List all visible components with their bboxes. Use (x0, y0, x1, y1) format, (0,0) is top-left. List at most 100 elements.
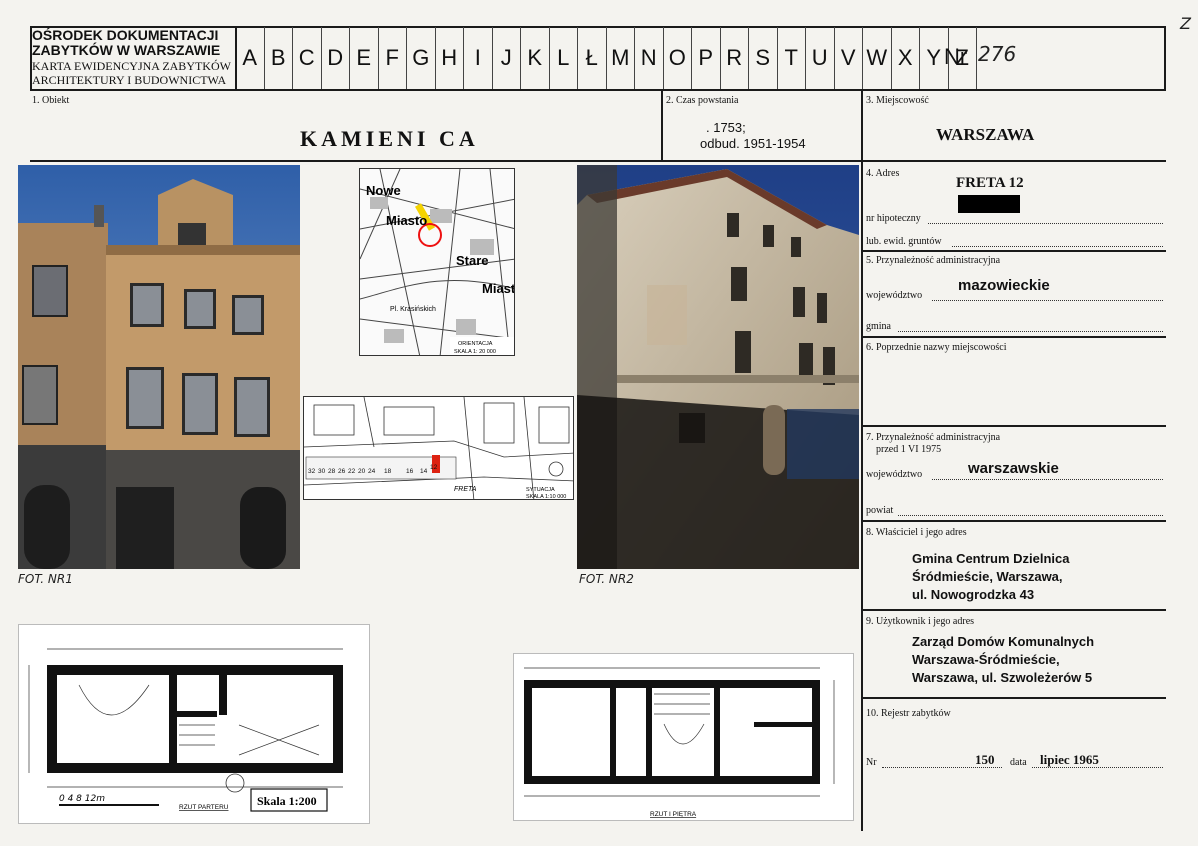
foto2-caption: FOT. NR2 (579, 572, 634, 586)
nr-label: Nr (944, 44, 968, 69)
plan2-caption: RZUT I PIĘTRA (650, 811, 697, 818)
rejestr-data-value: lipiec 1965 (1040, 752, 1099, 767)
facade-1-image (18, 165, 300, 569)
redacted-block (958, 195, 1020, 213)
letter-l: L (550, 27, 578, 89)
uzytkownik-line1: Zarząd Domów Komunalnych (912, 634, 1095, 649)
poprzednie-nazwy-label: 6. Poprzednie nazwy miejscowości (866, 342, 1007, 353)
letter-index: ABCDEFGHIJKLŁMNOPRSTUVWXYZ (236, 27, 977, 89)
map1-caption-1: ORIENTACJA (458, 341, 493, 347)
obiekt-value: KAMIENI CA (300, 126, 479, 151)
czas-value-1: . 1753; (706, 120, 746, 135)
map2-num-16: 16 (406, 468, 414, 475)
orientation-map-image: Nowe Miasto Stare Miast Pl. Krasińskich … (360, 169, 515, 355)
uzytkownik-line2: Warszawa-Śródmieście, (912, 652, 1060, 667)
wojewodztwo-label: województwo (866, 290, 923, 301)
rejestr-label: 10. Rejestr zabytków (866, 708, 951, 719)
obiekt-label: 1. Obiekt (32, 95, 70, 106)
letter-m: M (607, 27, 635, 89)
letter-e: E (350, 27, 379, 89)
card-type-line2: ARCHITEKTURY I BUDOWNICTWA (32, 73, 227, 87)
miejscowosc-label: 3. Miejscowość (866, 95, 929, 106)
map2-caption-1: SYTUACJA (526, 487, 555, 493)
letter-w: W (863, 27, 892, 89)
map2-num-30: 30 (318, 468, 326, 475)
letter-g: G (407, 27, 436, 89)
czas-label: 2. Czas powstania (666, 95, 739, 106)
map1-label-nowe: Nowe (366, 183, 401, 198)
first-floor-plan: RZUT I PIĘTRA (513, 653, 854, 821)
miejscowosc-value: WARSZAWA (936, 125, 1035, 144)
plan1-caption: RZUT PARTERU (179, 804, 229, 811)
map2-num-20: 20 (358, 468, 366, 475)
wlasciciel-line3: ul. Nowogrodzka 43 (912, 587, 1035, 602)
czas-value-2: odbud. 1951-1954 (700, 136, 806, 151)
letter-k: K (521, 27, 550, 89)
wojewodztwo-value: mazowieckie (958, 277, 1050, 294)
card-type-line1: KARTA EWIDENCYJNA ZABYTKÓW (32, 59, 231, 73)
wlasciciel-label: 8. Właściciel i jego adres (866, 527, 967, 538)
corner-mark: Z (1180, 14, 1191, 33)
letter-v: V (835, 27, 863, 89)
letter-b: B (265, 27, 293, 89)
letter-p: P (692, 27, 721, 89)
nr-hipoteczny-label: nr hipoteczny (866, 213, 921, 224)
letter-u: U (806, 27, 835, 89)
map2-num-18: 18 (384, 468, 392, 475)
rejestr-nr-label: Nr (866, 757, 877, 768)
przynaleznosc2-label: 7. Przynależność administracyjna (866, 432, 1001, 443)
ground-floor-plan-image: 0 4 8 12m RZUT PARTERU Skala 1:200 (19, 625, 369, 823)
org-name-line1: OŚRODEK DOKUMENTACJI (32, 27, 219, 43)
letter-f: F (379, 27, 407, 89)
letter-a: A (236, 27, 265, 89)
facade-2-image (577, 165, 859, 569)
map1-caption-2: SKALA 1: 20 000 (454, 349, 496, 355)
orientation-map: Nowe Miasto Stare Miast Pl. Krasińskich … (359, 168, 515, 356)
plan1-ruler: 0 4 8 12m (59, 794, 105, 804)
letter-i: I (464, 27, 493, 89)
uzytkownik-label: 9. Użytkownik i jego adres (866, 616, 975, 627)
nr-value: 276 (978, 42, 1017, 66)
map2-street: FRETA (454, 486, 477, 493)
ground-floor-plan: 0 4 8 12m RZUT PARTERU Skala 1:200 (18, 624, 370, 824)
photo-facade-2 (577, 165, 859, 569)
map2-num-22: 22 (348, 468, 356, 475)
rejestr-nr-value: 150 (975, 752, 995, 767)
letter-ł: Ł (578, 27, 607, 89)
map1-label-miasto: Miasto (386, 213, 427, 228)
adres-label: 4. Adres (866, 168, 900, 179)
situation-map-image: 32 30 28 26 22 20 24 18 16 14 12 FRETA S… (304, 397, 573, 500)
wojewodztwo2-value: warszawskie (968, 460, 1059, 477)
letter-s: S (749, 27, 778, 89)
adres-value: FRETA 12 (956, 175, 1024, 191)
map1-label-stare: Stare (456, 253, 489, 268)
map2-num-28: 28 (328, 468, 336, 475)
first-floor-plan-image: RZUT I PIĘTRA (514, 654, 853, 820)
map1-label-miast: Miast (482, 281, 515, 296)
map2-num-26: 26 (338, 468, 346, 475)
letter-x: X (892, 27, 920, 89)
ewid-gruntow-label: lub. ewid. gruntów (866, 236, 942, 247)
uzytkownik-line3: Warszawa, ul. Szwoleżerów 5 (912, 670, 1093, 685)
letter-c: C (293, 27, 322, 89)
przynaleznosc-label: 5. Przynależność administracyjna (866, 255, 1001, 266)
wojewodztwo2-label: województwo (866, 469, 923, 480)
map2-caption-2: SKALA 1:10 000 (526, 494, 566, 500)
rejestr-data-label: data (1010, 757, 1027, 768)
letter-h: H (436, 27, 464, 89)
letter-o: O (664, 27, 692, 89)
letter-j: J (493, 27, 521, 89)
letter-n: N (635, 27, 664, 89)
situation-map: 32 30 28 26 22 20 24 18 16 14 12 FRETA S… (303, 396, 574, 500)
przynaleznosc2-date: przed 1 VI 1975 (876, 444, 942, 455)
wlasciciel-line1: Gmina Centrum Dzielnica (912, 551, 1070, 566)
foto1-caption: FOT. NR1 (18, 572, 73, 586)
map2-num-14: 14 (420, 468, 428, 475)
plan1-scale: Skala 1:200 (257, 794, 317, 808)
record-card: OŚRODEK DOKUMENTACJI ZABYTKÓW W WARSZAWI… (0, 0, 1198, 846)
map2-num-24: 24 (368, 468, 376, 475)
gmina-label: gmina (866, 321, 891, 332)
wlasciciel-line2: Śródmieście, Warszawa, (912, 569, 1063, 584)
letter-r: R (721, 27, 749, 89)
map1-label-plac: Pl. Krasińskich (390, 306, 436, 313)
